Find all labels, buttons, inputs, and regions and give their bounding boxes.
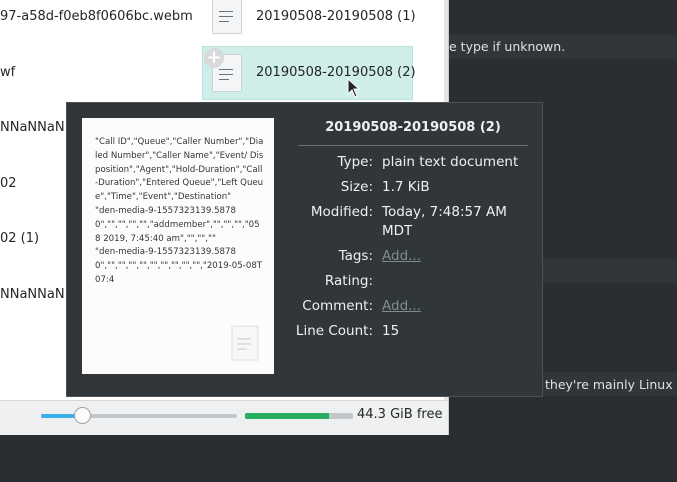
type-key: Type:: [337, 154, 373, 170]
file-preview-text: "Call ID","Queue","Caller Number","Diale…: [95, 137, 264, 285]
file-item[interactable]: 02: [0, 176, 17, 191]
add-to-selection-icon[interactable]: +: [204, 48, 224, 68]
modified-value: Today, 7:48:57 AM: [382, 204, 507, 220]
modified-timezone: MDT: [382, 223, 413, 239]
mouse-cursor-icon: [347, 78, 361, 98]
size-key: Size:: [340, 179, 373, 195]
tags-key: Tags:: [338, 248, 373, 264]
background-hint-text: e type if unknown.: [449, 39, 566, 54]
background-body-text: they're mainly Linux: [545, 377, 673, 392]
file-item[interactable]: NNaNNaN: [0, 120, 65, 135]
size-value: 1.7 KiB: [382, 179, 430, 195]
tooltip-title: 20190508-20190508 (2): [325, 120, 501, 135]
file-item-label[interactable]: 20190508-20190508 (1): [256, 9, 416, 24]
tags-add-link[interactable]: Add...: [382, 248, 421, 264]
text-document-icon: [231, 325, 259, 361]
tooltip-divider: [298, 145, 528, 146]
file-item[interactable]: 02 (1): [0, 231, 39, 246]
file-item-label-selected[interactable]: 20190508-20190508 (2): [256, 65, 416, 80]
line-count-key: Line Count:: [295, 323, 373, 339]
file-item[interactable]: NNaNNaN: [0, 287, 65, 302]
comment-key: Comment:: [302, 298, 373, 314]
zoom-slider-handle[interactable]: [74, 407, 91, 424]
modified-key: Modified:: [310, 204, 373, 220]
rating-key: Rating:: [324, 273, 373, 289]
free-space-label: 44.3 GiB free: [357, 407, 443, 422]
comment-add-link[interactable]: Add...: [382, 298, 421, 314]
free-space-bar: [245, 413, 353, 419]
free-space-bar-fill: [245, 413, 330, 419]
file-item[interactable]: 97-a58d-f0eb8f0606bc.webm: [0, 9, 193, 24]
type-value: plain text document: [382, 154, 519, 170]
line-count-value: 15: [382, 323, 400, 339]
file-item[interactable]: wf: [0, 65, 15, 80]
text-document-icon[interactable]: [208, 0, 244, 42]
